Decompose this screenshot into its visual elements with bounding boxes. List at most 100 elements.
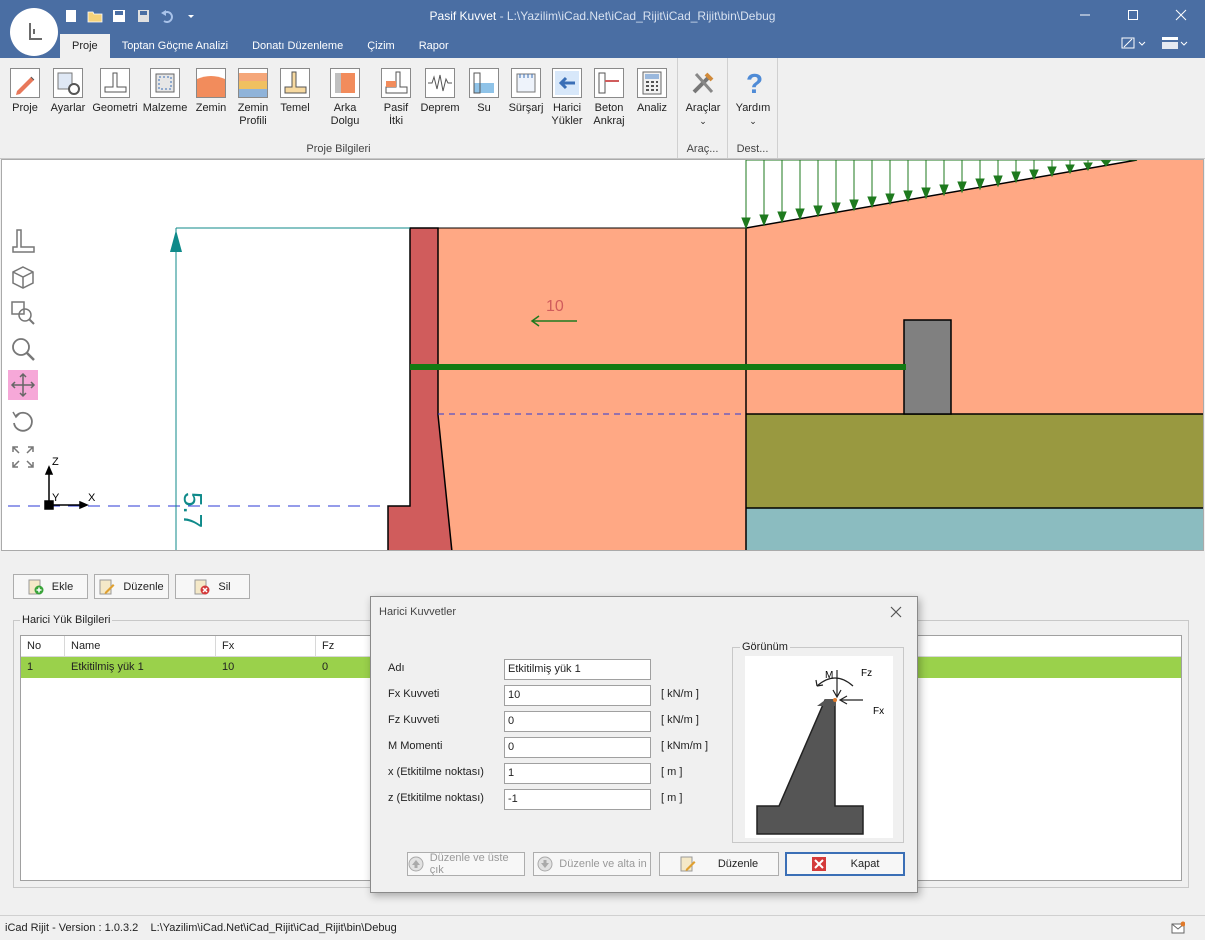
ribbon-analiz-button[interactable]: Analiz	[634, 68, 670, 115]
zoom-tool[interactable]	[8, 334, 38, 364]
dialog-edit-button[interactable]: Düzenle	[659, 852, 779, 876]
ribbon-zemin-button[interactable]: Zemin	[193, 68, 229, 115]
ribbon-beton-ankraj-button[interactable]: Beton Ankraj	[590, 68, 628, 128]
dialog-close-kapat-button[interactable]: Kapat	[785, 852, 905, 876]
status-bar: iCad Rijit - Version : 1.0.3.2 L:\Yazili…	[0, 915, 1205, 940]
magnifier-icon	[12, 338, 35, 361]
backfill-soil	[437, 227, 747, 550]
edit-icon	[99, 579, 115, 594]
action-buttons: Ekle Düzenle Sil	[13, 574, 250, 599]
ribbon-pasif-itki-button[interactable]: Pasif İtki	[378, 68, 414, 128]
edit-button[interactable]: Düzenle	[94, 574, 169, 599]
ribbon-malzeme-button[interactable]: Malzeme	[142, 68, 188, 115]
column-header-no[interactable]: No	[21, 636, 65, 656]
sloped-soil	[746, 160, 1203, 414]
ribbon-harici-yukler-label: Harici Yükler	[551, 102, 583, 127]
ribbon-zemin-profili-button[interactable]: Zemin Profili	[234, 68, 272, 128]
edit-button-label: Düzenle	[123, 580, 164, 593]
close-icon	[1175, 9, 1187, 21]
soil-icon	[196, 68, 226, 98]
column-header-fz[interactable]: Fz	[316, 636, 376, 656]
ribbon-temel-button[interactable]: Temel	[277, 68, 313, 115]
ribbon-group-proje-bilgileri: Proje Ayarlar Geometri Malzeme Zemin Zem…	[0, 58, 678, 158]
column-header-name[interactable]: Name	[65, 636, 216, 656]
ribbon-araclar-label: Araçlar	[685, 102, 721, 114]
axis-y-label: Y	[52, 492, 60, 504]
drawing-canvas[interactable]: 5.7 10 Z Y X	[1, 159, 1204, 551]
zoom-window-tool[interactable]	[8, 298, 38, 328]
ribbon-group-destek: ? Yardım ⌄ Dest...	[728, 58, 778, 158]
field-label-fz: Fz Kuvveti	[388, 714, 440, 726]
ribbon-zemin-label: Zemin	[195, 102, 227, 114]
ribbon-araclar-button[interactable]: Araçlar ⌄	[682, 68, 724, 128]
axis-z-label: Z	[52, 456, 59, 468]
zoom-extents-icon	[12, 446, 34, 468]
tab-toptan-gocme[interactable]: Toptan Göçme Analizi	[110, 34, 240, 58]
fz-input[interactable]: 0	[504, 711, 651, 732]
soil-layer-2	[746, 414, 1203, 508]
ribbon-sursarj-button[interactable]: Sürşarj	[506, 68, 546, 115]
anchor-block	[903, 319, 952, 415]
wall-drawing: 5.7 10 Z Y X	[8, 160, 1203, 550]
style-icon[interactable]	[1121, 36, 1147, 53]
edit-and-down-button[interactable]: Düzenle ve alta in	[533, 852, 651, 876]
edit-and-up-label: Düzenle ve üste çık	[429, 852, 509, 876]
maximize-button[interactable]	[1109, 0, 1157, 30]
field-label-moment: M Momenti	[388, 740, 443, 752]
tab-donati[interactable]: Donatı Düzenleme	[240, 34, 355, 58]
name-input[interactable]: Etkitilmiş yük 1	[504, 659, 651, 680]
ribbon-yardim-button[interactable]: ? Yardım ⌄	[733, 68, 773, 128]
edit-and-up-button[interactable]: Düzenle ve üste çık	[407, 852, 525, 876]
ribbon-harici-yukler-button[interactable]: Harici Yükler	[549, 68, 585, 128]
front-view-tool[interactable]	[8, 226, 38, 256]
ribbon-arka-dolgu-button[interactable]: Arka Dolgu	[318, 68, 372, 128]
close-window-button[interactable]	[1157, 0, 1205, 30]
backfill-icon	[330, 68, 360, 98]
ribbon-ayarlar-button[interactable]: Ayarlar	[48, 68, 88, 115]
moment-input[interactable]: 0	[504, 737, 651, 758]
ribbon-proje-label: Proje	[12, 102, 38, 114]
tab-cizim[interactable]: Çizim	[355, 34, 407, 58]
edit-icon	[680, 856, 696, 872]
svg-text:?: ?	[746, 68, 763, 98]
moment-unit: [ kNm/m ]	[661, 740, 709, 752]
cell-fx: 10	[222, 661, 235, 673]
cell-name: Etkitilmiş yük 1	[71, 661, 144, 673]
delete-button-label: Sil	[218, 580, 231, 593]
ribbon-su-button[interactable]: Su	[466, 68, 502, 115]
ribbon-su-label: Su	[477, 102, 491, 114]
add-icon	[28, 579, 44, 594]
window-controls	[1061, 0, 1205, 30]
help-icon: ?	[738, 68, 768, 99]
rotate-tool[interactable]	[8, 406, 38, 436]
ribbon-proje-button[interactable]: Proje	[7, 68, 43, 115]
ribbon-geometri-button[interactable]: Geometri	[92, 68, 138, 115]
ribbon-deprem-label: Deprem	[420, 102, 460, 114]
ribbon-deprem-button[interactable]: Deprem	[419, 68, 461, 115]
layout-icon[interactable]	[1161, 36, 1189, 53]
dialog-close-button[interactable]	[887, 603, 905, 621]
arrow-down-icon	[537, 856, 553, 872]
axis-x-label: X	[88, 492, 96, 504]
tab-proje[interactable]: Proje	[60, 34, 110, 58]
ribbon-beton-ankraj-label: Beton Ankraj	[593, 102, 625, 127]
status-path: L:\Yazilim\iCad.Net\iCad_Rijit\iCad_Riji…	[150, 922, 397, 934]
surcharge-icon	[511, 68, 541, 98]
x-input[interactable]: 1	[504, 763, 651, 784]
ribbon-malzeme-label: Malzeme	[142, 102, 188, 114]
minimize-button[interactable]	[1061, 0, 1109, 30]
window-title-path: L:\Yazilim\iCad.Net\iCad_Rijit\iCad_Riji…	[506, 9, 776, 23]
ribbon-zemin-profili-label: Zemin Profili	[237, 102, 269, 127]
mail-icon[interactable]	[1171, 921, 1185, 935]
column-header-fx[interactable]: Fx	[216, 636, 316, 656]
add-button[interactable]: Ekle	[13, 574, 88, 599]
preview-wall-shape	[756, 699, 864, 835]
delete-button[interactable]: Sil	[175, 574, 250, 599]
3d-view-tool[interactable]	[8, 262, 38, 292]
tab-rapor[interactable]: Rapor	[407, 34, 461, 58]
z-input[interactable]: -1	[504, 789, 651, 810]
minimize-icon	[1080, 14, 1090, 16]
fx-input[interactable]: 10	[504, 685, 651, 706]
pan-tool[interactable]	[8, 370, 38, 400]
zoom-extents-tool[interactable]	[8, 442, 38, 472]
